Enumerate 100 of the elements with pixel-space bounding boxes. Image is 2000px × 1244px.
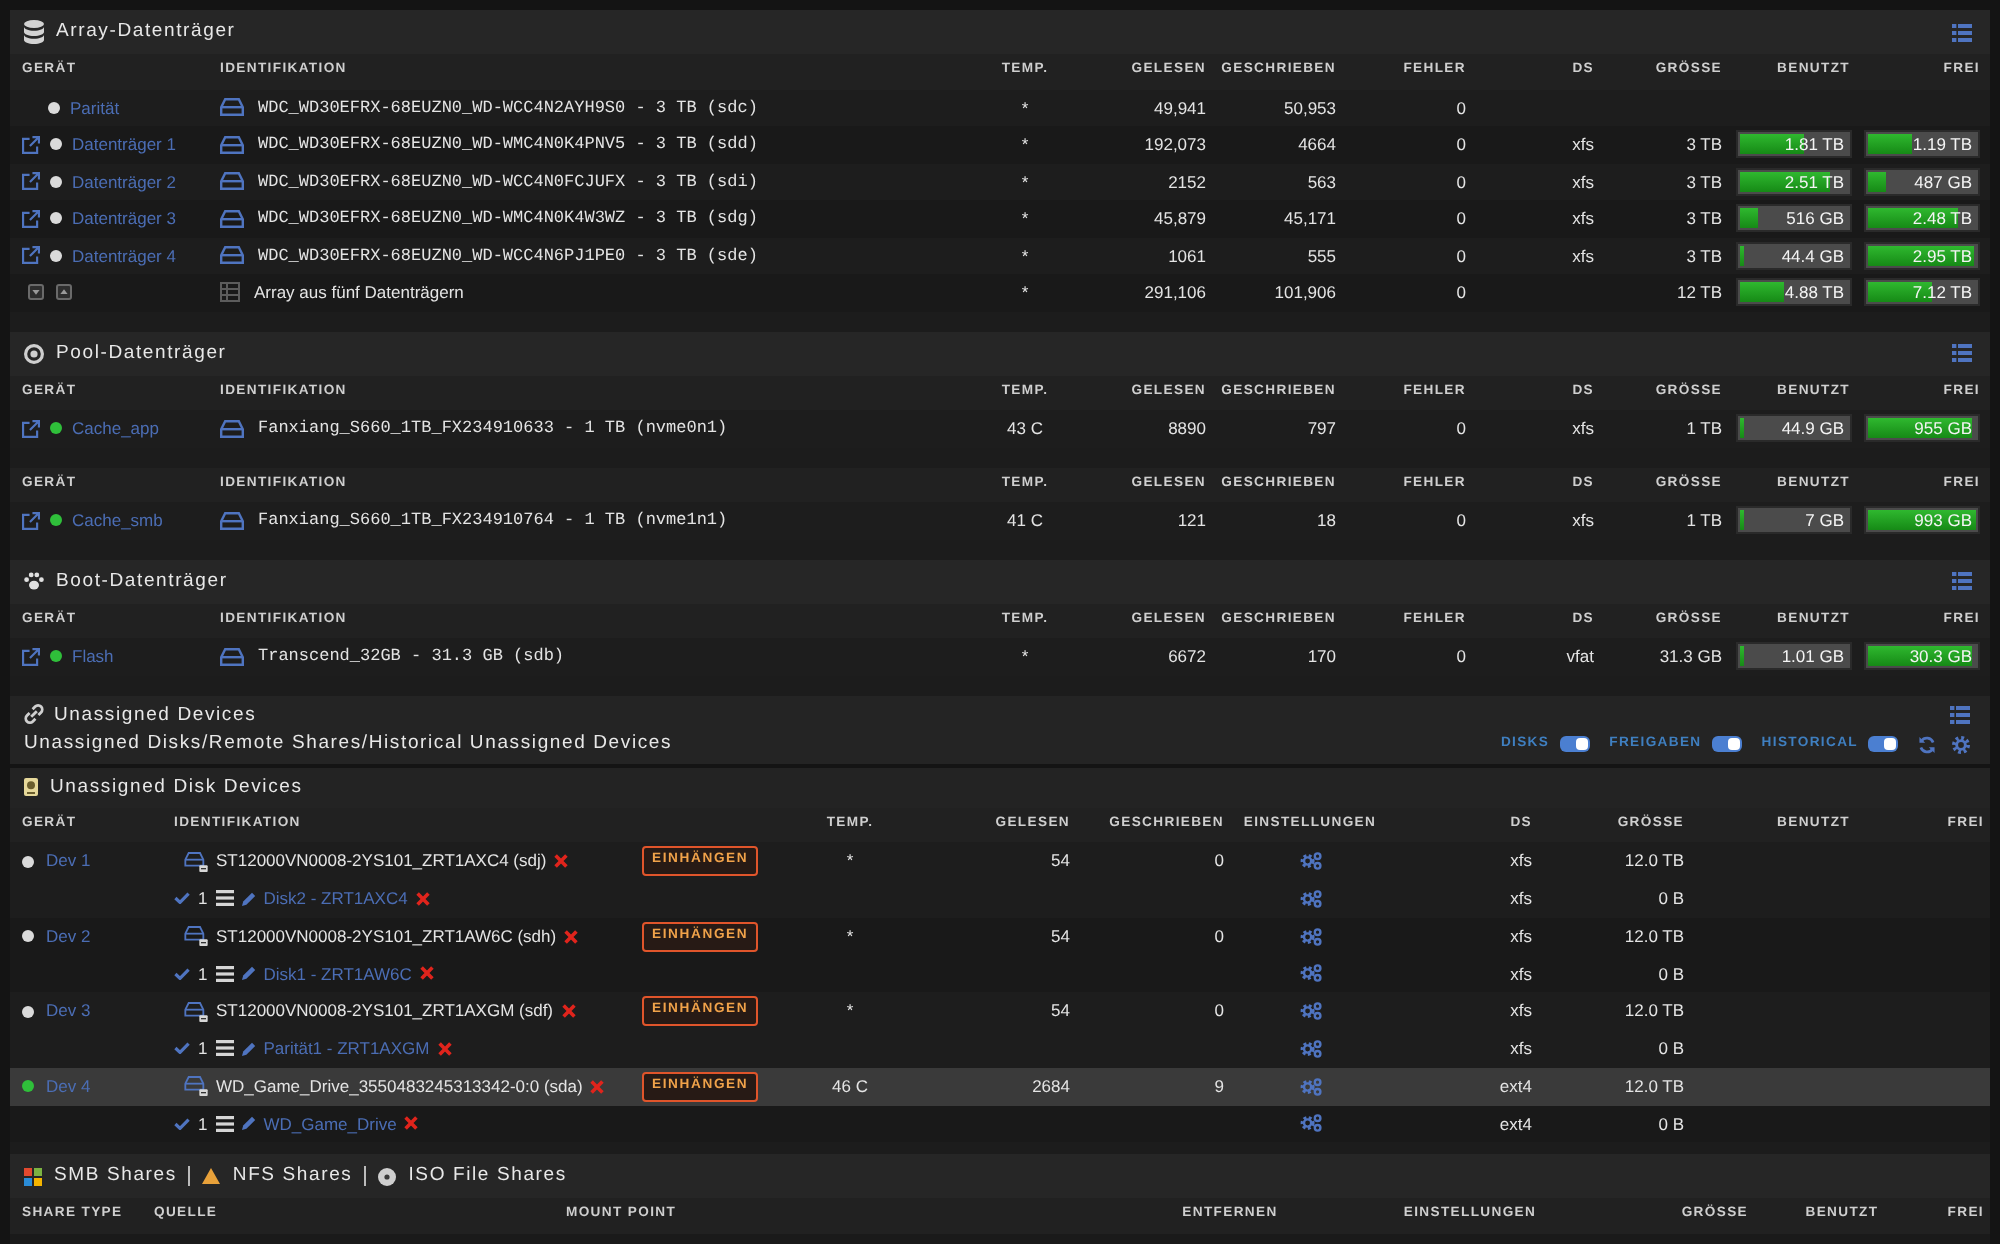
colored-squares-icon	[24, 1167, 42, 1185]
partition-number: 1	[198, 1115, 208, 1132]
device-link[interactable]: Datenträger 4	[72, 247, 176, 264]
device-link[interactable]: Dev 4	[46, 1077, 91, 1095]
filesystem-value: xfs	[1510, 1000, 1532, 1021]
external-link-icon[interactable]	[22, 172, 40, 191]
gears-icon[interactable]	[1299, 927, 1321, 946]
gears-icon[interactable]	[1299, 1002, 1321, 1021]
error-count: 0	[1456, 171, 1466, 191]
list-icon[interactable]	[1952, 344, 1972, 362]
device-link[interactable]: Cache_app	[72, 420, 159, 437]
error-count: 0	[1456, 208, 1466, 228]
temperature-value: 43 C	[1007, 418, 1043, 438]
x-mark-icon[interactable]	[404, 1116, 419, 1131]
filesystem-value: xfs	[1572, 510, 1594, 530]
partition-link[interactable]: Disk2 - ZRT1AXC4	[263, 890, 408, 907]
check-icon	[174, 967, 190, 980]
error-count: 0	[1456, 245, 1466, 265]
error-count: 0	[1456, 418, 1466, 438]
pencil-icon[interactable]	[241, 1116, 256, 1131]
gears-icon[interactable]	[1299, 964, 1321, 983]
gears-icon[interactable]	[1299, 852, 1321, 871]
toggle-switch[interactable]	[1868, 736, 1898, 752]
hard-drive-icon	[184, 926, 208, 946]
external-link-icon[interactable]	[22, 419, 40, 438]
size-value: 31.3 GB	[1659, 646, 1722, 666]
array-summary: Array aus fünf Datenträgern	[254, 284, 464, 301]
list-icon[interactable]	[1952, 23, 1972, 41]
write-count: 555	[1307, 245, 1336, 265]
check-icon	[174, 1042, 190, 1055]
usage-value: 4.88 TB	[1784, 284, 1844, 301]
x-mark-icon[interactable]	[415, 891, 430, 906]
toggle-switch[interactable]	[1559, 736, 1590, 752]
write-count: 0	[1214, 850, 1224, 871]
x-mark-icon[interactable]	[564, 929, 579, 943]
external-link-icon[interactable]	[22, 209, 40, 228]
temperature-value: *	[1021, 282, 1029, 302]
size-value: 12.0 TB	[1624, 1000, 1684, 1021]
refresh-icon[interactable]	[1918, 735, 1936, 753]
size-value: 3 TB	[1686, 134, 1722, 154]
temperature-value: *	[1021, 646, 1029, 666]
x-mark-icon[interactable]	[437, 1041, 452, 1056]
device-link[interactable]: Cache_smb	[72, 512, 163, 529]
gears-icon[interactable]	[1299, 1114, 1321, 1133]
x-mark-icon[interactable]	[561, 1004, 576, 1018]
read-count: 54	[1051, 925, 1070, 946]
error-count: 0	[1456, 134, 1466, 154]
external-link-icon[interactable]	[22, 647, 40, 666]
pencil-icon[interactable]	[241, 966, 256, 981]
partition-link[interactable]: Disk1 - ZRT1AW6C	[263, 965, 412, 982]
partition-number: 1	[198, 965, 208, 982]
x-mark-icon[interactable]	[419, 966, 434, 981]
list-icon[interactable]	[1950, 705, 1970, 724]
pencil-icon[interactable]	[241, 891, 256, 906]
read-count: 54	[1051, 1000, 1070, 1021]
device-link[interactable]: Parität	[70, 99, 120, 116]
partition-link[interactable]: WD_Game_Drive	[263, 1115, 397, 1132]
external-link-icon[interactable]	[22, 135, 40, 154]
section-title: SMB Shares	[54, 1166, 177, 1186]
gears-icon[interactable]	[1299, 1039, 1321, 1058]
x-mark-icon[interactable]	[590, 1079, 605, 1093]
arrow-up-icon[interactable]	[56, 284, 72, 301]
toggle-switch[interactable]	[1711, 736, 1742, 752]
device-link[interactable]: Dev 1	[46, 852, 91, 870]
write-count: 0	[1214, 1000, 1224, 1021]
filesystem-value: xfs	[1572, 208, 1594, 228]
pencil-icon[interactable]	[241, 1041, 256, 1056]
read-count: 6672	[1168, 646, 1206, 666]
gears-icon[interactable]	[1299, 1077, 1321, 1096]
usage-value: 2.51 TB	[1784, 173, 1844, 190]
usage-value: 516 GB	[1786, 210, 1844, 227]
external-link-icon[interactable]	[22, 246, 40, 265]
size-value: 12.0 TB	[1624, 925, 1684, 946]
filesystem-value: xfs	[1510, 925, 1532, 946]
arrow-down-icon[interactable]	[28, 284, 44, 301]
hard-drive-icon	[220, 419, 244, 438]
list-icon[interactable]	[1952, 572, 1972, 590]
external-link-icon[interactable]	[22, 511, 40, 530]
device-link[interactable]: Dev 3	[46, 1002, 91, 1020]
device-link[interactable]: Datenträger 3	[72, 210, 176, 227]
usage-value: 7 GB	[1805, 512, 1844, 529]
device-identification: ST12000VN0008-2YS101_ZRT1AXC4 (sdj)	[216, 852, 547, 870]
usage-value: 30.3 GB	[1909, 648, 1972, 665]
error-count: 0	[1456, 510, 1466, 530]
hard-drive-icon	[184, 851, 208, 871]
write-count: 797	[1307, 418, 1336, 438]
device-link[interactable]: Dev 2	[46, 927, 91, 945]
device-link[interactable]: Datenträger 2	[72, 173, 176, 190]
device-link[interactable]: Datenträger 1	[72, 136, 176, 153]
gears-icon[interactable]	[1299, 889, 1321, 908]
hard-drive-icon	[220, 135, 244, 154]
filesystem-value: xfs	[1572, 134, 1594, 154]
usage-value: 44.9 GB	[1781, 420, 1844, 437]
x-mark-icon[interactable]	[554, 854, 569, 868]
write-count: 18	[1317, 510, 1336, 530]
settings-icon[interactable]	[1952, 735, 1970, 753]
partition-link[interactable]: Parität1 - ZRT1AXGM	[263, 1040, 430, 1057]
usage-value: 2.95 TB	[1912, 247, 1972, 264]
device-link[interactable]: Flash	[72, 648, 114, 665]
usage-value: 44.4 GB	[1781, 247, 1844, 264]
